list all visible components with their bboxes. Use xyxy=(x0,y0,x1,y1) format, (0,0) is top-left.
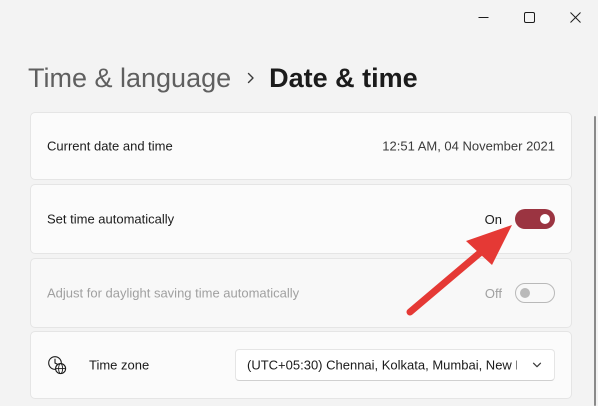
set-time-automatically-toggle-group: On xyxy=(485,209,555,229)
daylight-saving-label: Adjust for daylight saving time automati… xyxy=(47,285,300,301)
close-button[interactable] xyxy=(552,0,598,34)
time-zone-dropdown[interactable]: (UTC+05:30) Chennai, Kolkata, Mumbai, Ne… xyxy=(235,349,555,381)
close-icon xyxy=(569,11,581,23)
maximize-button[interactable] xyxy=(506,0,552,34)
title-bar-controls xyxy=(460,0,598,34)
set-time-automatically-card: Set time automatically On xyxy=(30,184,572,254)
current-datetime-value: 12:51 AM, 04 November 2021 xyxy=(382,138,555,154)
chevron-right-icon xyxy=(247,72,254,84)
daylight-saving-state: Off xyxy=(484,285,502,301)
chevron-down-icon xyxy=(532,362,542,368)
breadcrumb-separator xyxy=(247,72,255,84)
minimize-button[interactable] xyxy=(460,0,506,34)
set-time-automatically-toggle[interactable] xyxy=(515,209,555,229)
breadcrumb: Time & language Date & time xyxy=(28,58,418,98)
vertical-scrollbar[interactable] xyxy=(592,112,598,406)
breadcrumb-parent-link[interactable]: Time & language xyxy=(28,63,231,94)
globe-clock-icon xyxy=(48,356,67,375)
settings-window: Time & language Date & time Current date… xyxy=(0,0,598,406)
set-time-automatically-label: Set time automatically xyxy=(47,211,175,227)
daylight-saving-card: Adjust for daylight saving time automati… xyxy=(30,258,572,328)
current-datetime-label: Current date and time xyxy=(47,138,173,154)
daylight-saving-toggle-group: Off xyxy=(485,283,555,303)
daylight-saving-toggle xyxy=(515,283,555,303)
page-title: Date & time xyxy=(269,62,418,93)
time-zone-selected-value: (UTC+05:30) Chennai, Kolkata, Mumbai, Ne… xyxy=(247,357,517,373)
scrollbar-thumb[interactable] xyxy=(594,116,596,406)
toggle-knob xyxy=(520,288,530,298)
toggle-knob xyxy=(540,214,550,224)
minimize-icon xyxy=(478,16,488,18)
time-zone-label: Time zone xyxy=(89,357,150,373)
set-time-automatically-state: On xyxy=(484,211,502,227)
current-datetime-card: Current date and time 12:51 AM, 04 Novem… xyxy=(30,112,572,180)
time-zone-card: Time zone (UTC+05:30) Chennai, Kolkata, … xyxy=(30,331,572,399)
maximize-icon xyxy=(523,11,535,23)
